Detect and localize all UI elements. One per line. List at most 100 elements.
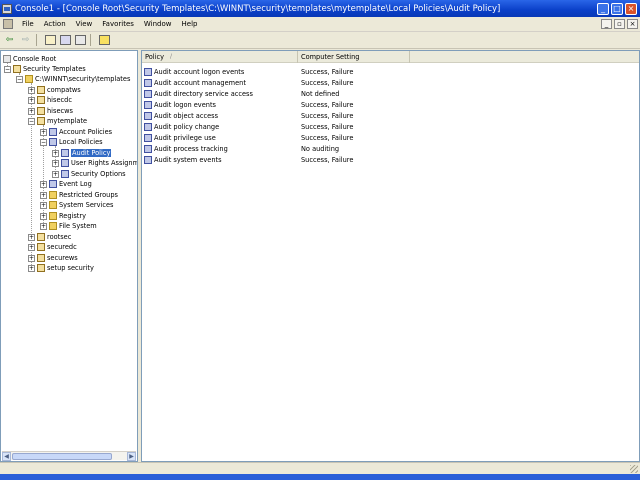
list-row[interactable]: Audit process tracking No auditing <box>142 143 639 154</box>
collapse-toggle[interactable]: − <box>40 138 47 146</box>
resize-grip-icon[interactable] <box>630 465 638 473</box>
policy-icon <box>61 149 69 157</box>
tree-item-console-root[interactable]: Console Root <box>3 54 56 64</box>
close-button[interactable]: × <box>625 2 637 15</box>
menu-file[interactable]: File <box>17 20 39 28</box>
menu-window[interactable]: Window <box>139 20 177 28</box>
up-one-level-icon[interactable] <box>45 35 56 45</box>
template-icon <box>37 254 45 262</box>
tree-item-templates-path[interactable]: − C:\WINNT\security\templates <box>16 74 130 84</box>
policy-cell: Audit policy change <box>142 122 298 131</box>
tree-item-label: Event Log <box>59 180 92 188</box>
tree-horizontal-scrollbar[interactable]: ◀ ▶ <box>2 451 136 461</box>
expand-toggle[interactable]: + <box>40 191 47 199</box>
details-list-pane[interactable]: Policy / Computer Setting Audit account … <box>141 50 640 462</box>
tree-item-rootsec[interactable]: + rootsec <box>28 232 71 242</box>
list-row[interactable]: Audit account logon events Success, Fail… <box>142 66 639 77</box>
expand-toggle[interactable]: + <box>40 128 47 136</box>
tree-item-label: System Services <box>59 201 114 209</box>
child-close-button[interactable]: × <box>627 19 638 29</box>
tree-item-compatws[interactable]: + compatws <box>28 85 81 95</box>
tree-item-restricted-groups[interactable]: + Restricted Groups <box>40 190 118 200</box>
list-row[interactable]: Audit logon events Success, Failure <box>142 99 639 110</box>
export-list-icon[interactable] <box>75 35 86 45</box>
list-row[interactable]: Audit system events Success, Failure <box>142 154 639 165</box>
child-window-icon[interactable] <box>3 19 13 29</box>
audit-policy-icon <box>144 111 152 120</box>
collapse-toggle[interactable]: − <box>16 75 23 83</box>
column-header-policy[interactable]: Policy / <box>142 51 298 63</box>
menu-help[interactable]: Help <box>177 20 203 28</box>
expand-toggle[interactable]: + <box>28 264 35 272</box>
tree-item-registry[interactable]: + Registry <box>40 211 86 221</box>
show-hide-tree-icon[interactable] <box>60 35 71 45</box>
policy-icon <box>61 170 69 178</box>
expand-toggle[interactable]: + <box>28 96 35 104</box>
template-icon <box>37 107 45 115</box>
expand-toggle[interactable]: + <box>40 222 47 230</box>
tree-item-security-options[interactable]: + Security Options <box>52 169 126 179</box>
tree-item-account-policies[interactable]: + Account Policies <box>40 127 112 137</box>
audit-policy-icon <box>144 155 152 164</box>
scroll-left-arrow-icon[interactable]: ◀ <box>2 452 11 461</box>
child-restore-button[interactable]: ▫ <box>614 19 625 29</box>
policy-cell: Audit logon events <box>142 100 298 109</box>
expand-toggle[interactable]: + <box>28 243 35 251</box>
list-row[interactable]: Audit privilege use Success, Failure <box>142 132 639 143</box>
forward-arrow-icon[interactable]: ⇨ <box>19 34 32 47</box>
minimize-button[interactable]: _ <box>597 2 609 15</box>
expand-toggle[interactable]: + <box>40 180 47 188</box>
tree-item-audit-policy[interactable]: + Audit Policy <box>52 148 112 158</box>
expand-toggle[interactable]: + <box>28 233 35 241</box>
expand-toggle[interactable]: + <box>28 107 35 115</box>
scroll-right-arrow-icon[interactable]: ▶ <box>127 452 136 461</box>
tree-item-setup-security[interactable]: + setup security <box>28 263 94 273</box>
list-row[interactable]: Audit policy change Success, Failure <box>142 121 639 132</box>
tree-item-securedc[interactable]: + securedc <box>28 242 77 252</box>
expand-toggle[interactable]: + <box>28 86 35 94</box>
policy-name: Audit directory service access <box>154 89 253 98</box>
title-bar[interactable]: Console1 - [Console Root\Security Templa… <box>0 0 640 17</box>
child-window-controls: _ ▫ × <box>601 19 640 29</box>
expand-toggle[interactable]: + <box>40 201 47 209</box>
tree-item-event-log[interactable]: + Event Log <box>40 179 92 189</box>
scrollbar-thumb[interactable] <box>12 453 112 460</box>
toolbar-separator <box>36 34 37 46</box>
menu-favorites[interactable]: Favorites <box>97 20 139 28</box>
child-minimize-button[interactable]: _ <box>601 19 612 29</box>
tree-item-security-templates[interactable]: − Security Templates <box>4 64 86 74</box>
tree-item-user-rights[interactable]: + User Rights Assignme <box>52 158 137 168</box>
list-row[interactable]: Audit directory service access Not defin… <box>142 88 639 99</box>
mmc-app-icon[interactable] <box>2 3 12 14</box>
tree-item-hisecws[interactable]: + hisecws <box>28 106 73 116</box>
folder-icon <box>25 75 33 83</box>
tree-item-local-policies[interactable]: − Local Policies <box>40 137 103 147</box>
tree-item-mytemplate[interactable]: − mytemplate <box>28 116 87 126</box>
policy-cell: Audit process tracking <box>142 144 298 153</box>
maximize-button[interactable]: □ <box>611 2 623 15</box>
back-arrow-icon[interactable]: ⇦ <box>3 34 16 47</box>
tree-item-system-services[interactable]: + System Services <box>40 200 114 210</box>
list-row[interactable]: Audit object access Success, Failure <box>142 110 639 121</box>
menu-view[interactable]: View <box>71 20 98 28</box>
column-header-computer-setting[interactable]: Computer Setting <box>298 51 410 63</box>
tree-item-label: mytemplate <box>47 117 88 125</box>
menu-action[interactable]: Action <box>39 20 71 28</box>
policy-icon <box>61 159 69 167</box>
help-icon[interactable] <box>99 35 110 45</box>
expand-toggle[interactable]: + <box>52 149 59 157</box>
tree-item-hisecdc[interactable]: + hisecdc <box>28 95 72 105</box>
template-icon <box>37 233 45 241</box>
expand-toggle[interactable]: + <box>52 170 59 178</box>
list-row[interactable]: Audit account management Success, Failur… <box>142 77 639 88</box>
tree-item-file-system[interactable]: + File System <box>40 221 97 231</box>
collapse-toggle[interactable]: − <box>4 65 11 73</box>
tree-item-label: hisecws <box>47 107 73 115</box>
tree-item-securews[interactable]: + securews <box>28 253 78 263</box>
setting-cell: Success, Failure <box>301 122 354 131</box>
expand-toggle[interactable]: + <box>28 254 35 262</box>
console-tree-pane[interactable]: Console Root − Security Templates − C:\W… <box>0 50 138 462</box>
expand-toggle[interactable]: + <box>40 212 47 220</box>
collapse-toggle[interactable]: − <box>28 117 35 125</box>
expand-toggle[interactable]: + <box>52 159 59 167</box>
